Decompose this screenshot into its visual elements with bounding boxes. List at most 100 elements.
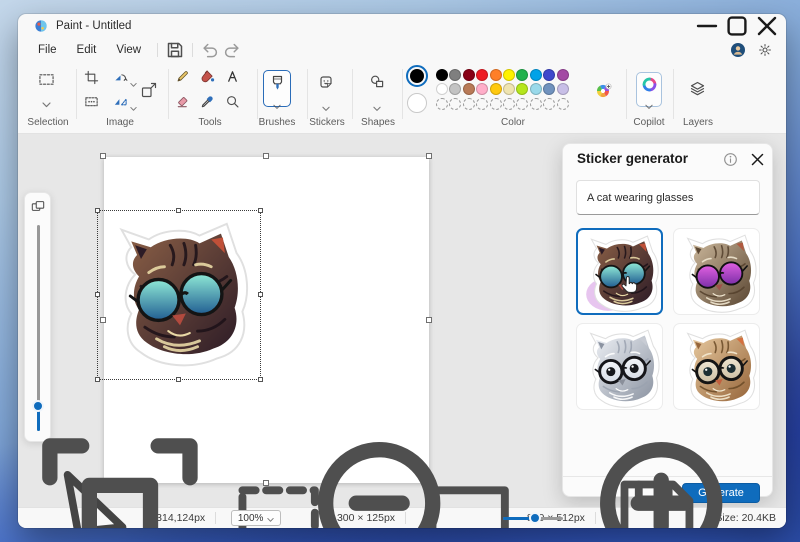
- color-swatch[interactable]: [490, 83, 502, 95]
- custom-color-slot[interactable]: [490, 98, 502, 110]
- sticker-thumbnail-cat-purple-sunglasses[interactable]: [673, 228, 760, 315]
- color-swatch[interactable]: [530, 69, 542, 81]
- zoom-slider[interactable]: [503, 512, 563, 524]
- canvas-handle-top-right[interactable]: [426, 153, 432, 159]
- paint-logo-icon: [34, 19, 48, 33]
- title-bar[interactable]: Paint - Untitled: [18, 14, 786, 38]
- magnifier-tool-icon[interactable]: [225, 94, 240, 109]
- maximize-button[interactable]: [722, 14, 752, 38]
- redo-icon[interactable]: [221, 40, 243, 60]
- eyedropper-tool-icon[interactable]: [200, 94, 215, 109]
- color-swatch[interactable]: [463, 83, 475, 95]
- color-swatch[interactable]: [516, 83, 528, 95]
- selection-handle[interactable]: [258, 208, 263, 213]
- custom-color-slot[interactable]: [516, 98, 528, 110]
- group-divider: [402, 69, 403, 119]
- shapes-tool-icon[interactable]: [369, 74, 385, 90]
- zoom-level-dropdown[interactable]: 100%: [231, 510, 282, 526]
- close-button[interactable]: [752, 14, 782, 38]
- color-swatch[interactable]: [449, 69, 461, 81]
- edit-colors-wheel-icon[interactable]: [595, 83, 612, 100]
- custom-color-slot[interactable]: [463, 98, 475, 110]
- chevron-down-icon[interactable]: [42, 95, 51, 101]
- color-swatch[interactable]: [530, 83, 542, 95]
- pencil-tool-icon[interactable]: [175, 69, 190, 84]
- chevron-down-icon[interactable]: [130, 75, 137, 81]
- rotate-icon[interactable]: [113, 70, 128, 85]
- color-swatch[interactable]: [449, 83, 461, 95]
- custom-color-slot[interactable]: [476, 98, 488, 110]
- minimize-button[interactable]: [692, 14, 722, 38]
- select-all-icon[interactable]: [84, 94, 99, 109]
- selection-tool-icon[interactable]: [38, 72, 55, 87]
- crop-icon[interactable]: [84, 70, 99, 85]
- selection-handle[interactable]: [95, 208, 100, 213]
- brushes-dropdown[interactable]: [263, 70, 291, 107]
- custom-color-slot[interactable]: [449, 98, 461, 110]
- menu-edit[interactable]: Edit: [67, 41, 107, 59]
- color1-selected[interactable]: [406, 65, 428, 87]
- sticker-thumbnail-cat-teal-sunglasses[interactable]: [576, 228, 663, 315]
- selection-handle[interactable]: [176, 377, 181, 382]
- color-swatch[interactable]: [503, 69, 515, 81]
- selection-handle[interactable]: [258, 292, 263, 297]
- info-icon[interactable]: [723, 152, 738, 167]
- chevron-down-icon[interactable]: [322, 99, 330, 105]
- color-swatch[interactable]: [436, 83, 448, 95]
- preview-panel-icon[interactable]: [31, 199, 45, 213]
- selection-handle[interactable]: [95, 292, 100, 297]
- copilot-dropdown[interactable]: [636, 72, 662, 107]
- prompt-input[interactable]: [576, 180, 760, 215]
- zoom-in-icon[interactable]: [572, 414, 776, 528]
- resize-image-icon[interactable]: [140, 81, 158, 99]
- color-swatch[interactable]: [557, 83, 569, 95]
- settings-gear-icon[interactable]: [758, 43, 772, 57]
- undo-icon[interactable]: [199, 40, 221, 60]
- eraser-tool-icon[interactable]: [175, 94, 190, 109]
- color-swatch[interactable]: [436, 69, 448, 81]
- color-swatch[interactable]: [543, 83, 555, 95]
- selection-rectangle[interactable]: [97, 210, 261, 380]
- selection-handle[interactable]: [258, 377, 263, 382]
- selection-handle[interactable]: [95, 377, 100, 382]
- color-swatch[interactable]: [503, 83, 515, 95]
- menu-file[interactable]: File: [28, 41, 67, 59]
- save-icon[interactable]: [164, 40, 186, 60]
- account-avatar[interactable]: [730, 42, 746, 58]
- custom-color-slot[interactable]: [557, 98, 569, 110]
- sticker-thumbnail-cat-tabby-round-glasses[interactable]: [673, 323, 760, 410]
- menu-view[interactable]: View: [106, 41, 151, 59]
- zoom-slider-thumb[interactable]: [529, 512, 541, 524]
- color-swatch[interactable]: [516, 69, 528, 81]
- desktop-wallpaper: Paint - Untitled File Edit View: [0, 0, 800, 542]
- color-swatch[interactable]: [543, 69, 555, 81]
- cat-sticker-on-canvas[interactable]: [102, 215, 258, 377]
- color-swatch[interactable]: [490, 69, 502, 81]
- flip-icon[interactable]: [113, 94, 128, 109]
- sticker-thumbnail-cat-gray-round-glasses[interactable]: [576, 323, 663, 410]
- text-tool-icon[interactable]: [225, 69, 240, 84]
- canvas-handle-top-mid[interactable]: [263, 153, 269, 159]
- color2[interactable]: [407, 93, 427, 113]
- fit-to-screen-icon[interactable]: [18, 414, 222, 528]
- color-swatch[interactable]: [476, 69, 488, 81]
- chevron-down-icon[interactable]: [373, 99, 381, 105]
- canvas-handle-top-left[interactable]: [100, 153, 106, 159]
- selection-handle[interactable]: [176, 208, 181, 213]
- stickers-tool-icon[interactable]: [318, 74, 334, 90]
- custom-color-slot[interactable]: [543, 98, 555, 110]
- color-swatch[interactable]: [463, 69, 475, 81]
- zoom-out-icon[interactable]: [290, 414, 494, 528]
- layers-group-label: Layers: [683, 117, 713, 128]
- custom-color-slot[interactable]: [530, 98, 542, 110]
- color-swatch[interactable]: [557, 69, 569, 81]
- chevron-down-icon[interactable]: [130, 99, 137, 105]
- panel-close-icon[interactable]: [750, 152, 765, 167]
- layers-icon[interactable]: [689, 80, 706, 97]
- canvas-handle-mid-right[interactable]: [426, 317, 432, 323]
- vertical-slider-thumb[interactable]: [32, 400, 44, 412]
- custom-color-slot[interactable]: [436, 98, 448, 110]
- color-swatch[interactable]: [476, 83, 488, 95]
- custom-color-slot[interactable]: [503, 98, 515, 110]
- fill-tool-icon[interactable]: [200, 69, 215, 84]
